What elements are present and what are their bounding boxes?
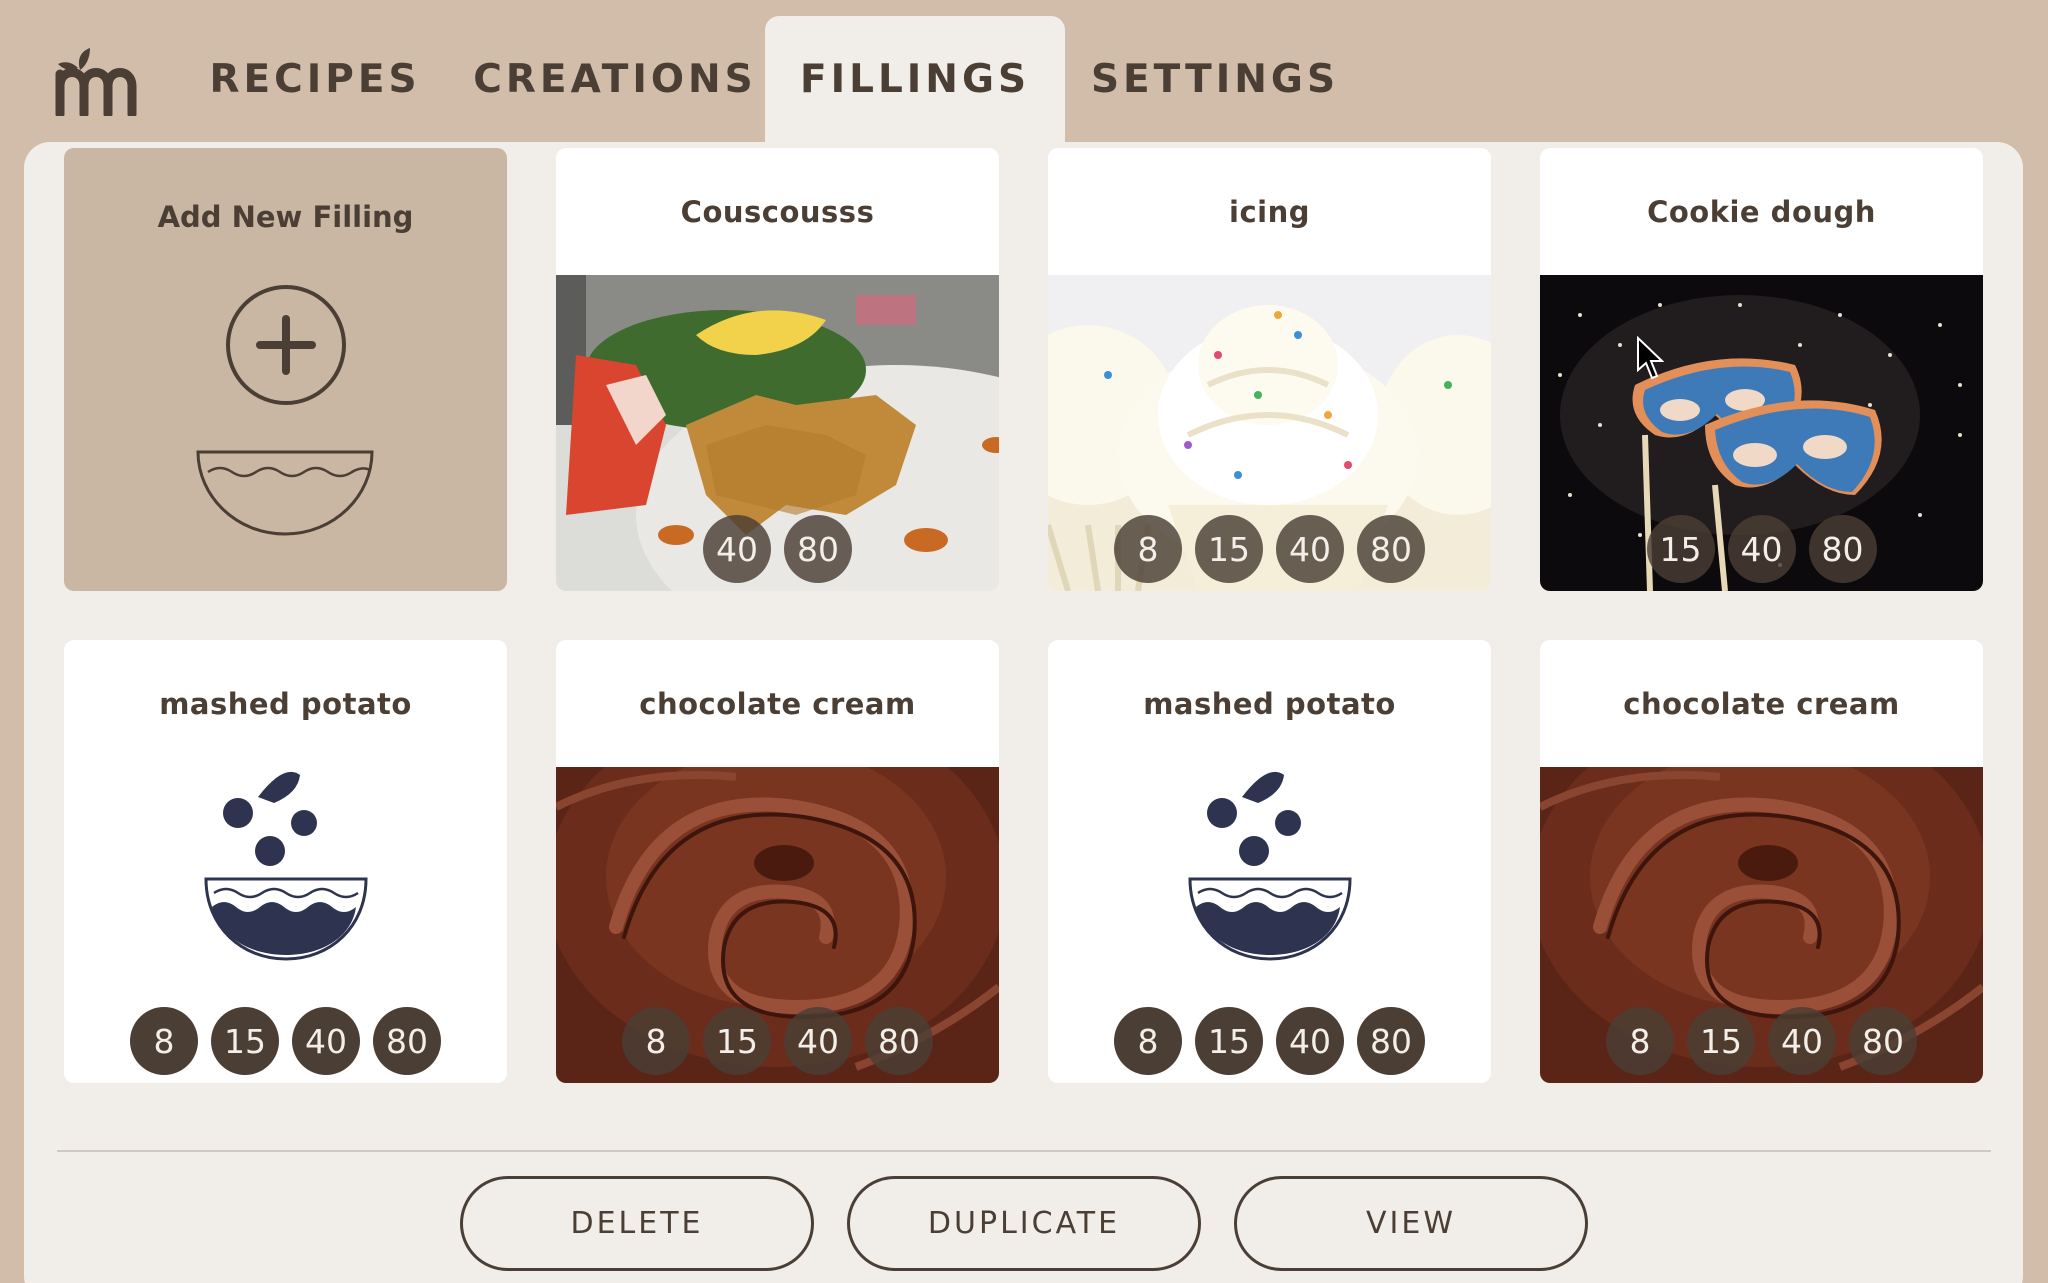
delete-button[interactable]: DELETE bbox=[460, 1176, 814, 1271]
size-badge[interactable]: 40 bbox=[1727, 515, 1796, 583]
size-badge[interactable]: 15 bbox=[211, 1007, 279, 1075]
tab-creations[interactable]: CREATIONS bbox=[473, 16, 755, 142]
bowl-icon bbox=[196, 450, 374, 536]
filling-card[interactable]: mashed potato 8 15 40 80 bbox=[1048, 640, 1491, 1083]
filling-card[interactable]: icing 8 15 40 80 bbox=[1048, 148, 1491, 591]
size-badge[interactable]: 80 bbox=[373, 1007, 441, 1075]
add-new-filling-label: Add New Filling bbox=[157, 200, 414, 234]
filling-title: Cookie dough bbox=[1647, 194, 1876, 229]
size-badge[interactable]: 15 bbox=[1646, 515, 1715, 583]
logo-icon[interactable] bbox=[50, 46, 138, 116]
filling-title: icing bbox=[1229, 194, 1310, 229]
filling-card[interactable]: chocolate cream 8 15 40 80 bbox=[1540, 640, 1983, 1083]
size-badge[interactable]: 8 bbox=[1606, 1007, 1674, 1075]
size-badge[interactable]: 15 bbox=[1195, 515, 1263, 583]
size-options: 8 15 40 80 bbox=[1048, 515, 1491, 583]
divider bbox=[57, 1150, 1991, 1152]
size-options: 8 15 40 80 bbox=[64, 1007, 507, 1075]
view-button[interactable]: VIEW bbox=[1234, 1176, 1588, 1271]
filling-card[interactable]: Cookie dough 15 40 80 bbox=[1540, 148, 1983, 591]
size-badge[interactable]: 8 bbox=[130, 1007, 198, 1075]
size-badge[interactable]: 15 bbox=[1687, 1007, 1755, 1075]
size-badge[interactable]: 80 bbox=[1849, 1007, 1917, 1075]
size-badge[interactable]: 80 bbox=[1357, 1007, 1425, 1075]
tab-recipes[interactable]: RECIPES bbox=[200, 16, 430, 142]
filling-title: Couscousss bbox=[680, 194, 875, 229]
size-badge[interactable]: 15 bbox=[1195, 1007, 1263, 1075]
app-window: RECIPES CREATIONS FILLINGS SETTINGS Add … bbox=[0, 0, 2048, 1283]
size-options: 8 15 40 80 bbox=[1048, 1007, 1491, 1075]
size-options: 40 80 bbox=[556, 515, 999, 583]
filling-title: chocolate cream bbox=[1623, 686, 1900, 721]
duplicate-button[interactable]: DUPLICATE bbox=[847, 1176, 1201, 1271]
size-badge[interactable]: 8 bbox=[1114, 1007, 1182, 1075]
size-options: 8 15 40 80 bbox=[556, 1007, 999, 1075]
size-badge[interactable]: 40 bbox=[1276, 1007, 1344, 1075]
size-badge[interactable]: 15 bbox=[703, 1007, 771, 1075]
size-badge[interactable]: 40 bbox=[1276, 515, 1344, 583]
size-badge[interactable]: 8 bbox=[1114, 515, 1182, 583]
filling-card[interactable]: Couscousss 40 80 bbox=[556, 148, 999, 591]
size-badge[interactable]: 80 bbox=[1808, 515, 1877, 583]
plus-circle-icon[interactable] bbox=[224, 283, 348, 407]
tab-settings[interactable]: SETTINGS bbox=[1085, 16, 1345, 142]
add-new-filling-card[interactable]: Add New Filling bbox=[64, 148, 507, 591]
size-badge[interactable]: 40 bbox=[1768, 1007, 1836, 1075]
filling-title: chocolate cream bbox=[639, 686, 916, 721]
tab-fillings[interactable]: FILLINGS bbox=[765, 16, 1065, 142]
size-badge[interactable]: 40 bbox=[784, 1007, 852, 1075]
size-options: 8 15 40 80 bbox=[1540, 1007, 1983, 1075]
size-options: 15 40 80 bbox=[1540, 515, 1983, 583]
size-badge[interactable]: 80 bbox=[865, 1007, 933, 1075]
bowl-illustration-icon bbox=[204, 771, 368, 961]
filling-card[interactable]: chocolate cream 8 15 40 80 bbox=[556, 640, 999, 1083]
size-badge[interactable]: 8 bbox=[622, 1007, 690, 1075]
size-badge[interactable]: 80 bbox=[1357, 515, 1425, 583]
size-badge[interactable]: 40 bbox=[703, 515, 771, 583]
mouse-cursor-icon bbox=[1637, 336, 1664, 380]
filling-title: mashed potato bbox=[1143, 686, 1396, 721]
size-badge[interactable]: 40 bbox=[292, 1007, 360, 1075]
bowl-illustration-icon bbox=[1188, 771, 1352, 961]
filling-title: mashed potato bbox=[159, 686, 412, 721]
filling-card[interactable]: mashed potato 8 15 40 80 bbox=[64, 640, 507, 1083]
size-badge[interactable]: 80 bbox=[784, 515, 852, 583]
